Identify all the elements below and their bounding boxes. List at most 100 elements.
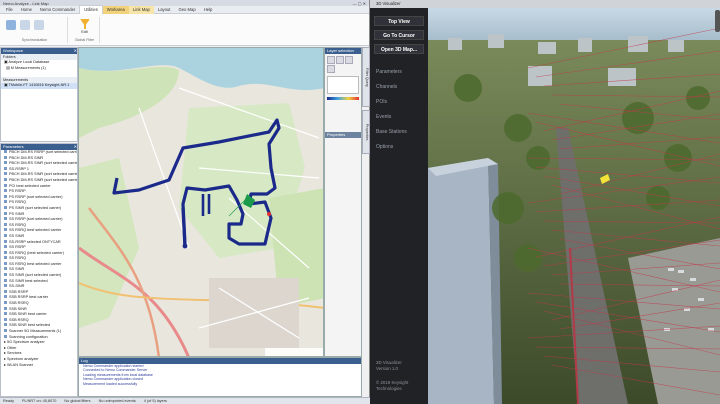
link-map[interactable] <box>78 47 324 357</box>
visualizer-window: 3D Visualizer Top View Go To Cursor Open… <box>370 0 720 404</box>
parameter-label: Scanner 5G Measurements (1) <box>9 329 62 333</box>
pane-close-icon[interactable]: ✕ <box>74 48 77 54</box>
parameter-icon <box>4 205 7 209</box>
visualizer-menu: Top View Go To Cursor Open 3D Map... Par… <box>370 8 428 404</box>
parameter-label: SS-RSRP 1 <box>9 166 29 171</box>
go-to-cursor-button[interactable]: Go To Cursor <box>374 30 424 40</box>
parameter-icon <box>4 256 7 260</box>
vtab-filter-query[interactable]: Filter Query <box>362 47 370 107</box>
visualizer-titlebar: 3D Visualizer <box>370 0 720 8</box>
zoom-out-icon[interactable] <box>336 56 344 64</box>
parameter-label: PS SINR (sort selected carrier) <box>9 205 62 210</box>
drive-route-branch <box>181 207 187 249</box>
building <box>428 158 494 404</box>
parameter-label: SSB SINR best selected <box>9 323 51 328</box>
select-icon[interactable] <box>327 65 335 73</box>
properties-title: Properties <box>327 132 346 137</box>
parameters-pane: Parameters ✕ PBCH DM-RS RSRP (sort selec… <box>0 143 78 397</box>
log-pane: Log Nemo Commander application started Co… <box>78 357 362 397</box>
status-filters: No global filters <box>64 399 91 403</box>
menu-options[interactable]: Options <box>370 144 428 150</box>
parameter-icon <box>4 161 7 165</box>
ribbon: Synchronization Edit Global Filter <box>0 14 369 46</box>
tab-home[interactable]: Home <box>17 6 36 14</box>
parameter-label: SSB RSRP <box>9 289 29 294</box>
tab-nemo-commander[interactable]: Nemo Commander <box>36 6 79 14</box>
parameter-label: SS-SINR <box>9 284 25 289</box>
3d-scene[interactable] <box>428 8 720 404</box>
parameter-icon <box>4 211 7 215</box>
parameter-label: PBCH DM-RS SINR (sort selected carrier) <box>9 172 77 177</box>
parameter-label: SSB SINR best carrier <box>9 312 47 317</box>
link-icon[interactable] <box>34 20 44 30</box>
parameter-icon <box>4 261 7 265</box>
status-bar: Ready PL/NR7 on: 45,8070 No global filte… <box>0 397 370 404</box>
tab-workarea[interactable]: Workarea <box>102 5 129 14</box>
parameter-icon <box>4 334 7 338</box>
sync-icon[interactable] <box>6 20 16 30</box>
parameter-label: PBCH DM-RS SINR <box>9 155 44 160</box>
cell-marker-icon[interactable] <box>267 212 271 216</box>
parameter-icon <box>4 284 7 288</box>
zoom-in-icon[interactable] <box>327 56 335 64</box>
parameter-icon <box>4 166 7 170</box>
tab-help[interactable]: Help <box>200 6 217 14</box>
tab-geo-map[interactable]: Geo Map <box>174 6 199 14</box>
status-cursor: PL/NR7 on: 45,8070 <box>21 399 57 403</box>
tree-label: M Measurements (1) <box>10 65 46 70</box>
scene-scrollbar[interactable] <box>715 10 720 32</box>
properties-header: Properties <box>325 132 361 138</box>
tab-link-map[interactable]: Link Map <box>128 5 154 14</box>
tab-utilities[interactable]: Utilities <box>79 5 103 14</box>
pan-icon[interactable] <box>345 56 353 64</box>
map-tools <box>325 54 361 102</box>
copyright-line: Technologies <box>376 386 402 391</box>
status-events: No unimported events <box>98 399 136 403</box>
parameter-icon <box>4 289 7 293</box>
parameter-label: SS SINR (sort selected carrier) <box>9 273 62 278</box>
parameter-icon <box>4 189 7 193</box>
route-end-marker <box>182 243 188 249</box>
3d-scene-canvas[interactable] <box>428 8 720 404</box>
menu-base-stations[interactable]: Base Stations <box>370 129 428 135</box>
tab-file[interactable]: File <box>2 6 17 14</box>
parameter-icon <box>4 329 7 332</box>
top-view-button[interactable]: Top View <box>374 16 424 26</box>
parameter-icon <box>4 150 7 153</box>
parameter-label: PBCH DM-RS SINR (sort selected carrier) <box>9 161 77 166</box>
parameter-icon <box>4 278 7 282</box>
menu-pois[interactable]: POIs <box>370 99 428 105</box>
parameter-icon <box>4 317 7 321</box>
version-number: Version 1.0 <box>376 366 398 371</box>
layer-list[interactable] <box>327 76 359 94</box>
map-canvas[interactable] <box>79 48 324 357</box>
parameter-label: SS SINR <box>9 233 25 238</box>
menu-events[interactable]: Events <box>370 114 428 120</box>
menu-parameters[interactable]: Parameters <box>370 69 428 75</box>
parameter-icon <box>4 200 7 204</box>
status-layers: 4 (of 5) layers <box>143 399 167 403</box>
tab-layout[interactable]: Layout <box>154 6 175 14</box>
open-3d-map-button[interactable]: Open 3D Map... <box>374 44 424 54</box>
menu-channels[interactable]: Channels <box>370 84 428 90</box>
parameter-label: SS RSRQ best selected carrier <box>9 228 62 233</box>
tree-item-measurements[interactable]: ▤ M Measurements (1) <box>1 66 77 72</box>
vtab-properties[interactable]: Properties <box>362 110 370 154</box>
tree-label: Analyze Local Database <box>8 60 50 64</box>
parameter-group[interactable]: ▸ WLAN Scanner <box>1 363 77 369</box>
edit-button-label[interactable]: Edit <box>70 30 99 34</box>
timeline-icon[interactable] <box>20 20 30 30</box>
parameter-icon <box>4 306 7 310</box>
ribbon-group-sync: Synchronization <box>2 17 68 43</box>
measurement-file[interactable]: ▣ TMobile-FT 1410816 Keysight-NR.1 <box>1 83 77 89</box>
parameter-label: PS RSRQ <box>9 200 27 205</box>
filter-icon[interactable] <box>80 19 90 29</box>
log-lines: Nemo Commander application started Connec… <box>79 364 361 386</box>
parameter-label: SS RSRQ best selected carrier <box>9 261 62 266</box>
parameter-label: SS RSRP (sort selected carrier) <box>9 217 63 222</box>
layer-selection-title: Layer selection <box>327 48 354 53</box>
parameter-label: PBCH DM-RS RSRP (sort selected carrier) <box>9 150 77 154</box>
window-controls[interactable]: — ▢ ✕ <box>353 1 366 6</box>
workspace-pane: Workspace ✕ Folders ▣ Analyze Local Data… <box>0 47 78 142</box>
parameter-icon <box>4 177 7 181</box>
